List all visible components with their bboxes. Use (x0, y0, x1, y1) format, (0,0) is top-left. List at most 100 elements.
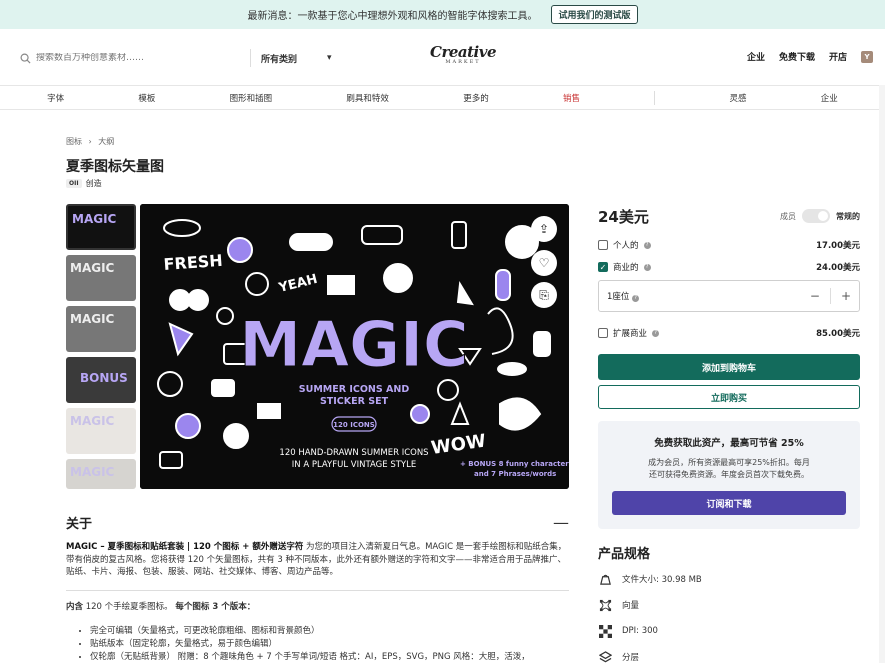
license-personal[interactable]: 个人的 ? 17.00美元 (598, 236, 860, 254)
nav-item-graphics[interactable]: 图形和插图 (230, 92, 273, 104)
thumbnail-1[interactable]: MAGIC (66, 204, 136, 250)
creative-market-logo[interactable]: Creative MARKET (428, 43, 498, 65)
spec-layers-text: 分层 (622, 653, 640, 663)
layers-icon (598, 650, 612, 663)
about-header[interactable]: 关于 — (66, 513, 569, 532)
thumbnail-5[interactable]: MAGIC (66, 408, 136, 454)
product-image[interactable]: FRESH YEAH MAGIC SUMMER ICONS AND STICKE… (140, 204, 569, 489)
creator-logo: OII (66, 179, 82, 188)
camera-icon (211, 379, 235, 397)
nav-item-more[interactable]: 更多的 (463, 92, 489, 104)
promo-title: 免费获取此资产，最高可节省 25% (654, 438, 804, 449)
contains-pre: 内含 (66, 602, 84, 612)
list-item: 贴纸版本（固定轮廓，矢量格式，易于颜色编辑） (90, 638, 530, 651)
category-nav: 字体 模板 图形和插图 刷具和特效 更多的 销售 灵感 企业 (0, 85, 885, 110)
seat-minus-button[interactable]: − (810, 289, 820, 303)
search-divider (250, 49, 251, 67)
hotdog-icon (289, 233, 333, 251)
nav-item-enterprise[interactable]: 企业 (821, 92, 838, 104)
creator-info[interactable]: OII 创造 (66, 178, 102, 189)
breadcrumb-root[interactable]: 图标 (66, 137, 82, 146)
art-tagline-1: 120 HAND-DRAWN SUMMER ICONS (279, 448, 428, 458)
info-icon[interactable]: ? (632, 294, 640, 302)
promo-text: 成为会员，所有资源最高可享25%折扣。每月 还可获得免费资源。年度会员首次下载免… (612, 457, 846, 481)
thumbnail-3[interactable]: MAGIC (66, 306, 136, 352)
heart-icon: ♡ (538, 256, 550, 270)
license-commercial-price: 24.00美元 (816, 263, 860, 273)
info-icon[interactable]: ? (643, 263, 651, 271)
vector-icon (598, 598, 612, 612)
share-button[interactable]: ⇪ (531, 216, 557, 242)
contains-bold: 每个图标 3 个版本： (175, 602, 256, 612)
file-size-icon (598, 572, 612, 586)
license-extended-checkbox[interactable] (598, 328, 608, 338)
save-button[interactable]: ⎘ (531, 282, 557, 308)
header-link-open-shop[interactable]: 开店 (829, 50, 847, 63)
nav-item-sale[interactable]: 销售 (563, 92, 580, 104)
creator-name: 创造 (85, 179, 102, 188)
spec-layers: 分层 (598, 644, 702, 663)
thumbnail-6[interactable]: MAGIC (66, 459, 136, 489)
thumbnail-2[interactable]: MAGIC (66, 255, 136, 301)
icons-badge: 120 ICONS (333, 421, 375, 429)
breadcrumb-separator: › (88, 137, 92, 146)
spec-file-size: 文件大小: 30.98 MB (598, 566, 702, 592)
license-commercial[interactable]: ✓ 商业的 ? 24.00美元 (598, 258, 860, 276)
header-link-free-downloads[interactable]: 免费下载 (779, 50, 815, 63)
license-extended[interactable]: 扩展商业 ? 85.00美元 (598, 324, 860, 342)
thumbnail-label: MAGIC (70, 465, 115, 479)
thumbnail-label: MAGIC (70, 261, 115, 275)
license-commercial-checkbox[interactable]: ✓ (598, 262, 608, 272)
promo-text-line-2: 还可获得免费资源。年度会员首次下载免费。 (649, 470, 809, 479)
seat-plus-button[interactable]: + (841, 289, 851, 303)
license-personal-checkbox[interactable] (598, 240, 608, 250)
info-icon[interactable]: ? (652, 329, 660, 337)
nav-item-inspiration[interactable]: 灵感 (729, 92, 746, 104)
nav-item-fonts[interactable]: 字体 (47, 92, 64, 104)
nav-item-templates[interactable]: 模板 (138, 92, 155, 104)
spec-file-size-text: 文件大小: 30.98 MB (622, 575, 702, 585)
price-row: 24美元 成员 常规的 (598, 204, 860, 228)
list-item: 仅轮廓（无贴纸背景） 附赠：8 个趣味角色 + 7 个手写单词/短语 格式：AI… (90, 651, 530, 663)
search-input[interactable] (36, 53, 246, 63)
contains-mid: 120 个手绘夏季图标。 (83, 602, 173, 612)
about-divider (66, 590, 569, 591)
spec-dpi-text: DPI: 300 (622, 626, 658, 636)
member-toggle[interactable] (802, 209, 830, 223)
category-select[interactable]: 所有类别 ▾ (261, 52, 332, 65)
bonus-text-1: + BONUS 8 funny characters (460, 460, 569, 468)
category-select-value: 所有类别 (261, 54, 298, 65)
like-button[interactable]: ♡ (531, 250, 557, 276)
announcement-banner: 最新消息：一款基于您心中理想外观和风格的智能字体搜索工具。 试用我们的测试版 (0, 0, 885, 29)
seat-selector[interactable]: 1座位 ? − + (598, 280, 860, 312)
bottle-icon (533, 331, 551, 357)
collapse-icon[interactable]: — (553, 513, 569, 532)
spec-dpi: DPI: 300 (598, 618, 702, 644)
avatar[interactable]: Y (861, 50, 873, 63)
search-bar: 所有类别 ▾ (14, 43, 344, 73)
add-to-cart-button[interactable]: 添加到购物车 (598, 354, 860, 380)
info-icon[interactable]: ? (643, 241, 651, 249)
banner-text: 最新消息：一款基于您心中理想外观和风格的智能字体搜索工具。 (247, 11, 538, 22)
thumbnail-4[interactable]: BONUS (66, 357, 136, 403)
breadcrumb: 图标 › 大纲 (66, 136, 114, 147)
try-beta-button[interactable]: 试用我们的测试版 (551, 5, 638, 24)
ufo-icon (497, 362, 527, 376)
membership-promo: 免费获取此资产，最高可节省 25% 成为会员，所有资源最高可享25%折扣。每月 … (598, 421, 860, 529)
about-title: 关于 (66, 517, 93, 532)
header-link-enterprise[interactable]: 企业 (747, 50, 765, 63)
subscribe-download-button[interactable]: 订阅和下载 (612, 491, 846, 515)
scrollbar[interactable] (879, 85, 885, 663)
thumbnail-strip: MAGIC MAGIC MAGIC BONUS MAGIC MAGIC (66, 204, 136, 494)
about-intro-bold: MAGIC – 夏季图标和贴纸套装 | 120 个图标 + 额外赠送字符 (66, 542, 304, 552)
nav-item-brushes[interactable]: 刷具和特效 (346, 92, 389, 104)
list-item: 完全可编辑（矢量格式，可更改轮廓粗细、图标和背景颜色） (90, 625, 530, 638)
search-icon[interactable] (14, 47, 36, 69)
buy-now-button[interactable]: 立即购买 (598, 385, 860, 409)
breadcrumb-current[interactable]: 大纲 (98, 137, 114, 146)
hydrant-icon (495, 269, 511, 301)
chevron-down-icon: ▾ (327, 53, 332, 63)
seat-label: 1座位 (607, 292, 630, 302)
bookmark-icon: ⎘ (539, 287, 549, 302)
member-label: 成员 (780, 211, 796, 221)
